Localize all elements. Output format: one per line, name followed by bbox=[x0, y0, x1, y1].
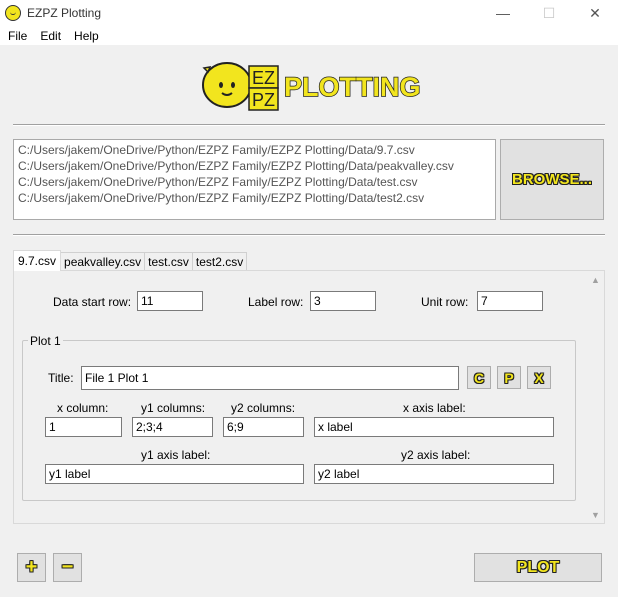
close-button[interactable]: ✕ bbox=[572, 0, 618, 26]
file-list-item[interactable]: C:/Users/jakem/OneDrive/Python/EZPZ Fami… bbox=[18, 158, 491, 174]
logo-pz: PZ bbox=[252, 90, 275, 110]
y2-axis-label-label: y2 axis label: bbox=[401, 448, 471, 462]
scroll-up-icon[interactable]: ▲ bbox=[587, 271, 604, 288]
window-title: EZPZ Plotting bbox=[27, 6, 102, 20]
y2-columns-label: y2 columns: bbox=[231, 401, 296, 415]
separator-top bbox=[13, 124, 605, 126]
x-column-field[interactable]: 1 bbox=[45, 417, 122, 437]
data-start-row-label: Data start row: bbox=[53, 295, 132, 309]
add-plot-button[interactable]: + bbox=[17, 553, 46, 582]
y2-columns-field[interactable]: 6;9 bbox=[223, 417, 304, 437]
lemon-logo-icon bbox=[202, 62, 252, 108]
window-controls: — ☐ ✕ bbox=[480, 0, 618, 26]
x-column-label: x column: bbox=[57, 401, 109, 415]
file-list-item[interactable]: C:/Users/jakem/OneDrive/Python/EZPZ Fami… bbox=[18, 174, 491, 190]
delete-plot-button[interactable]: X bbox=[527, 366, 551, 389]
y1-columns-field[interactable]: 2;3;4 bbox=[132, 417, 213, 437]
app-logo: EZ PZ PLOTTING bbox=[202, 62, 420, 111]
vertical-scrollbar[interactable]: ▲ ▼ bbox=[587, 271, 604, 523]
scroll-down-icon[interactable]: ▼ bbox=[587, 506, 604, 523]
title-bar: EZPZ Plotting — ☐ ✕ bbox=[0, 0, 618, 26]
paste-plot-button[interactable]: P bbox=[497, 366, 521, 389]
tab-9-7-csv[interactable]: 9.7.csv bbox=[13, 250, 62, 271]
y1-axis-label-label: y1 axis label: bbox=[141, 448, 211, 462]
y1-columns-label: y1 columns: bbox=[141, 401, 206, 415]
label-row-field[interactable]: 3 bbox=[310, 291, 376, 311]
menu-edit[interactable]: Edit bbox=[32, 29, 66, 43]
menu-help[interactable]: Help bbox=[66, 29, 104, 43]
unit-row-field[interactable]: 7 bbox=[477, 291, 543, 311]
logo-ez: EZ bbox=[252, 68, 275, 88]
tab-test-csv[interactable]: test.csv bbox=[144, 252, 193, 271]
maximize-button[interactable]: ☐ bbox=[526, 0, 572, 26]
file-list-item[interactable]: C:/Users/jakem/OneDrive/Python/EZPZ Fami… bbox=[18, 190, 491, 206]
file-list[interactable]: C:/Users/jakem/OneDrive/Python/EZPZ Fami… bbox=[13, 139, 496, 220]
label-row-label: Label row: bbox=[248, 295, 304, 309]
tab-peakvalley-csv[interactable]: peakvalley.csv bbox=[60, 252, 146, 271]
browse-button[interactable]: BROWSE... bbox=[500, 139, 604, 220]
copy-plot-button[interactable]: C bbox=[467, 366, 491, 389]
x-axis-label-field[interactable]: x label bbox=[314, 417, 554, 437]
plot-button[interactable]: PLOT bbox=[474, 553, 602, 582]
data-start-row-field[interactable]: 11 bbox=[137, 291, 203, 311]
menu-file[interactable]: File bbox=[0, 29, 32, 43]
x-axis-label-label: x axis label: bbox=[403, 401, 466, 415]
y2-axis-label-field[interactable]: y2 label bbox=[314, 464, 554, 484]
logo-word: PLOTTING bbox=[284, 72, 420, 102]
plot-group-title: Plot 1 bbox=[28, 334, 63, 348]
file-tabs: 9.7.csv peakvalley.csv test.csv test2.cs… bbox=[13, 250, 248, 271]
title-label: Title: bbox=[48, 371, 74, 385]
unit-row-label: Unit row: bbox=[421, 295, 469, 309]
file-list-item[interactable]: C:/Users/jakem/OneDrive/Python/EZPZ Fami… bbox=[18, 142, 491, 158]
tab-test2-csv[interactable]: test2.csv bbox=[191, 252, 248, 271]
minimize-button[interactable]: — bbox=[480, 0, 526, 26]
lemon-app-icon bbox=[5, 5, 21, 21]
y1-axis-label-field[interactable]: y1 label bbox=[45, 464, 304, 484]
menu-bar: File Edit Help bbox=[0, 26, 618, 45]
remove-plot-button[interactable]: − bbox=[53, 553, 82, 582]
separator-middle bbox=[13, 234, 605, 236]
plot-title-field[interactable]: File 1 Plot 1 bbox=[81, 366, 459, 390]
